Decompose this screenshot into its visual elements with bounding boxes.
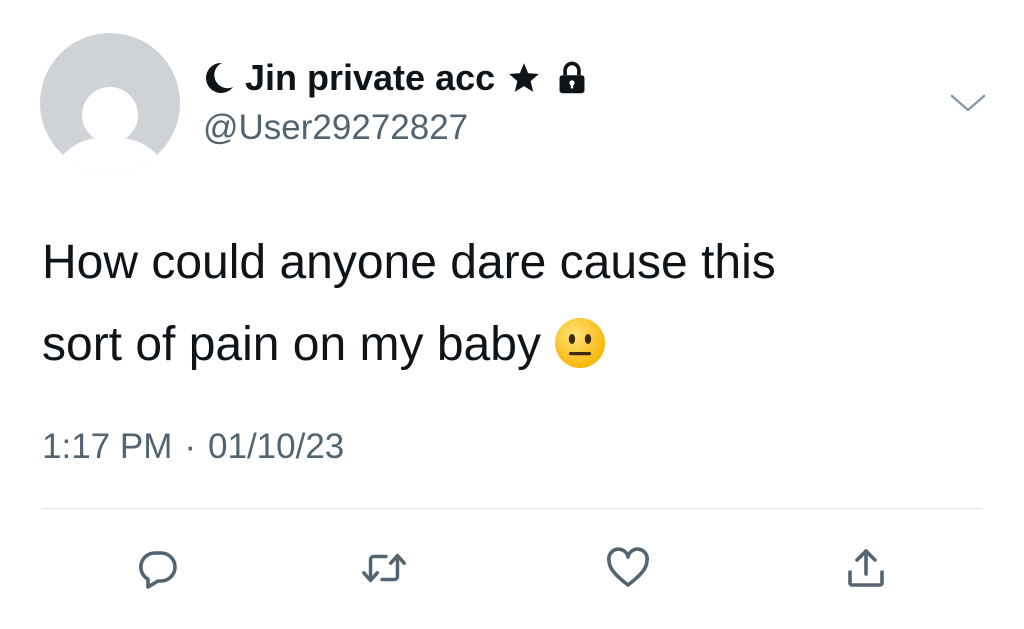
meta-separator: · [184, 427, 197, 466]
tweet-text: How could anyone dare cause this sort of… [42, 222, 962, 396]
tweet-text-line-2: sort of pain on my baby [42, 304, 962, 396]
neutral-face-emoji [553, 314, 607, 396]
tweet-time: 1:17 PM [42, 427, 173, 466]
tweet-date: 01/10/23 [208, 427, 345, 466]
crescent-moon-icon [203, 61, 235, 95]
chevron-down-icon[interactable] [948, 88, 988, 116]
display-name: Jin private acc [245, 57, 496, 98]
tweet-text-line-1: How could anyone dare cause this [42, 236, 776, 289]
tweet-timestamp[interactable]: 1:17 PM · 01/10/23 [42, 427, 344, 467]
reply-icon[interactable] [130, 540, 186, 596]
share-icon[interactable] [838, 540, 894, 596]
divider [42, 508, 982, 509]
default-avatar-icon [51, 87, 169, 173]
tweet-text-line-2-text: sort of pain on my baby [42, 318, 541, 371]
display-name-row[interactable]: Jin private acc [203, 52, 589, 104]
retweet-icon[interactable] [356, 540, 412, 596]
star-icon [507, 61, 541, 95]
like-icon[interactable] [600, 540, 656, 596]
user-handle[interactable]: @User29272827 [203, 108, 468, 148]
lock-icon [555, 60, 589, 96]
avatar[interactable] [40, 33, 180, 173]
